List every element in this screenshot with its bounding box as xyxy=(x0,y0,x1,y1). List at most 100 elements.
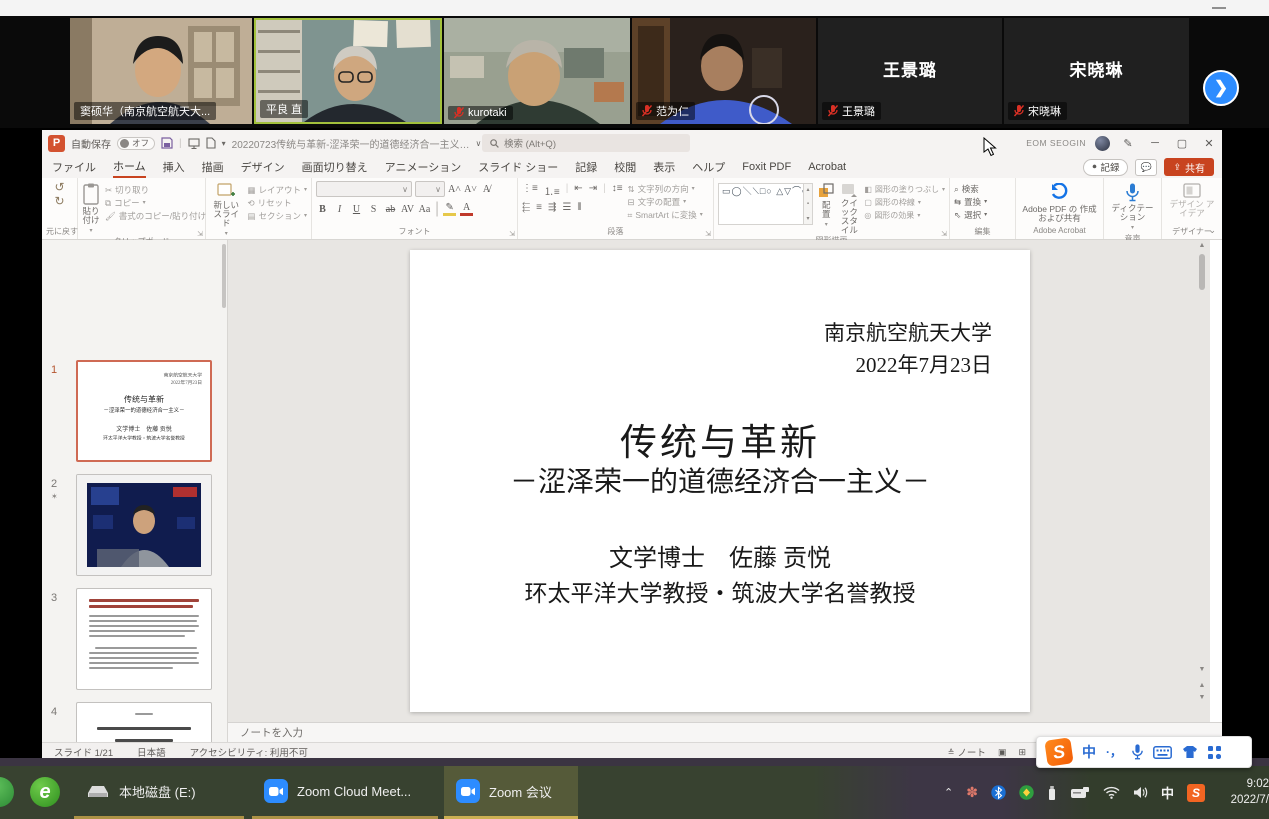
scroll-down-icon[interactable]: ▼ xyxy=(1198,666,1206,673)
arrange-button[interactable]: 配置 ▾ xyxy=(818,181,834,230)
bold-button[interactable]: B xyxy=(316,204,329,215)
tab-acrobat[interactable]: Acrobat xyxy=(808,159,846,175)
dialog-launcher-icon[interactable]: ⇲ xyxy=(705,230,711,238)
flower-app-icon[interactable]: ✽ xyxy=(966,784,978,801)
toolbox-grid-icon[interactable] xyxy=(1208,746,1221,759)
slide-org-block[interactable]: 南京航空航天大学 2022年7月23日 xyxy=(824,318,992,381)
speaker-icon[interactable] xyxy=(1133,786,1148,799)
participant-tile-1[interactable]: 窦硕华（南京航空航天大... xyxy=(70,18,252,124)
paste-button[interactable]: 貼り付け ▾ xyxy=(82,181,100,236)
search-box[interactable]: 検索 (Alt+Q) xyxy=(482,134,690,152)
redo-icon[interactable]: ↻ xyxy=(54,195,64,208)
clear-format-icon[interactable]: A̸ xyxy=(480,184,493,195)
shape-effects-button[interactable]: ◎図形の効果▾ xyxy=(864,210,945,222)
taskbar-button-local-disk[interactable]: 本地磁盘 (E:) xyxy=(74,766,244,819)
normal-view-button[interactable]: ▣ xyxy=(998,747,1007,758)
participant-tile-5[interactable]: 王景璐 王景璐 xyxy=(818,18,1002,124)
dictate-button[interactable]: ディクテー ション ▾ xyxy=(1108,181,1157,233)
sogou-logo-icon[interactable]: S xyxy=(1044,737,1073,766)
slide-thumbnail-1[interactable]: 南京航空航天大学 2022年7月23日 传统与革新 －涩泽荣一的道德经济合一主义… xyxy=(76,360,212,462)
decrease-indent-button[interactable]: ⇤ xyxy=(574,183,582,198)
ime-mode-chinese[interactable]: 中 xyxy=(1082,745,1096,759)
notes-toggle-button[interactable]: ≙ ノート xyxy=(948,745,986,759)
new-slide-button[interactable]: 新しい スライド ▾ xyxy=(210,181,242,239)
record-button[interactable]: ⏺ 記録 xyxy=(1083,159,1128,176)
show-hidden-icons-chevron[interactable]: ⌃ xyxy=(944,786,953,799)
user-avatar[interactable] xyxy=(1095,136,1110,151)
smartart-button[interactable]: ⌗SmartArt に変換▾ xyxy=(628,209,703,221)
slide-sorter-view-button[interactable]: ⊞ xyxy=(1018,747,1026,758)
align-center-button[interactable]: ≡ xyxy=(536,202,542,213)
align-left-button[interactable]: ⬱ xyxy=(522,202,530,213)
taskbar-button-zoom-meeting[interactable]: Zoom 会议 xyxy=(444,766,578,819)
italic-button[interactable]: I xyxy=(333,204,346,215)
tab-animations[interactable]: アニメーション xyxy=(385,157,462,177)
design-ideas-button[interactable]: デザイン アイデア xyxy=(1166,181,1218,218)
numbering-button[interactable]: ⒈≡ xyxy=(544,183,560,198)
tab-draw[interactable]: 描画 xyxy=(202,157,224,177)
scroll-up-icon[interactable]: ▲ xyxy=(1198,242,1206,249)
accessibility-status[interactable]: アクセシビリティ: 利用不可 xyxy=(190,745,308,759)
tab-slideshow[interactable]: スライド ショー xyxy=(478,157,558,177)
replace-button[interactable]: ⇆置換▾ xyxy=(954,196,987,208)
columns-button[interactable]: ⫴ xyxy=(577,202,581,213)
minimize-button[interactable]: ─ xyxy=(1146,137,1164,149)
shrink-font-icon[interactable]: A˅ xyxy=(464,184,477,195)
wifi-icon[interactable] xyxy=(1103,786,1120,799)
tab-view[interactable]: 表示 xyxy=(653,157,675,177)
increase-indent-button[interactable]: ⇥ xyxy=(589,183,597,198)
justify-button[interactable]: ☰ xyxy=(562,202,571,213)
quick-styles-button[interactable]: クイック スタイル xyxy=(839,181,859,235)
font-size-select[interactable]: ∨ xyxy=(415,181,445,197)
tab-home[interactable]: ホーム xyxy=(113,156,146,178)
soft-keyboard-icon[interactable] xyxy=(1153,746,1172,759)
character-spacing-button[interactable]: AV xyxy=(401,204,414,215)
taskbar-button-zoom-cloud[interactable]: Zoom Cloud Meet... xyxy=(252,766,438,819)
cut-button[interactable]: ✂切り取り xyxy=(105,184,206,196)
ime-indicator[interactable]: 中 xyxy=(1161,783,1174,802)
slide-canvas[interactable]: 南京航空航天大学 2022年7月23日 传统与革新 －涩泽荣一的道德经济合一主义… xyxy=(410,250,1030,712)
participant-tile-4[interactable]: 范为仁 xyxy=(632,18,816,124)
underline-button[interactable]: U xyxy=(350,204,363,215)
previous-slide-button[interactable]: ▲ xyxy=(1198,682,1206,689)
slide-subtitle[interactable]: －涩泽荣一的道德经济合一主义－ xyxy=(410,460,1030,500)
shape-gallery-scrollbar[interactable]: ▴▪▾ xyxy=(804,183,813,225)
font-color-button[interactable]: A xyxy=(460,202,473,216)
new-document-icon[interactable] xyxy=(206,137,216,149)
shape-gallery[interactable]: ▭◯＼⟍□○ △▽⌒⇨⇩ ◇⌒～{ } xyxy=(718,183,804,225)
slide-thumbnail-3[interactable] xyxy=(76,588,212,690)
tab-help[interactable]: ヘルプ xyxy=(692,157,725,177)
title-dropdown-icon[interactable]: ∨ xyxy=(475,139,481,148)
select-button[interactable]: ⇖選択▾ xyxy=(954,209,987,221)
find-button[interactable]: ⌕検索 xyxy=(954,183,979,195)
participant-tile-6[interactable]: 宋晓琳 宋晓琳 xyxy=(1004,18,1189,124)
taskbar-clock[interactable]: 9:02 2022/7/ xyxy=(1207,766,1269,819)
bullets-button[interactable]: ⋮≡ xyxy=(522,183,538,198)
align-right-button[interactable]: ⇶ xyxy=(548,202,556,213)
create-pdf-button[interactable]: Adobe PDF の 作成および共有 xyxy=(1021,181,1099,223)
next-slide-button[interactable]: ▼ xyxy=(1198,694,1206,701)
tab-insert[interactable]: 挿入 xyxy=(163,157,185,177)
tab-design[interactable]: デザイン xyxy=(241,157,285,177)
tab-record[interactable]: 記録 xyxy=(575,157,597,177)
restore-button[interactable]: ▢ xyxy=(1173,137,1191,150)
pen-icon[interactable]: ✎ xyxy=(1119,137,1137,150)
quick-access-dropdown-icon[interactable]: ▾ xyxy=(222,139,226,148)
highlight-color-button[interactable]: ✎ xyxy=(443,202,456,216)
card-reader-icon[interactable] xyxy=(1070,786,1090,799)
slide-affiliation[interactable]: 环太平洋大学教授・筑波大学名誉教授 xyxy=(410,574,1030,608)
change-case-button[interactable]: Aa xyxy=(418,204,431,215)
slideshow-icon[interactable] xyxy=(188,138,200,149)
next-participants-button[interactable]: ❯ xyxy=(1203,70,1239,106)
tab-foxit[interactable]: Foxit PDF xyxy=(742,159,791,175)
close-button[interactable]: ✕ xyxy=(1200,137,1218,150)
font-name-select[interactable]: ∨ xyxy=(316,181,412,197)
section-button[interactable]: ▤セクション▾ xyxy=(247,210,307,222)
layout-button[interactable]: ▦レイアウト▾ xyxy=(247,184,307,196)
autosave-toggle[interactable]: オフ xyxy=(117,137,155,150)
participant-tile-3[interactable]: kurotaki xyxy=(444,18,630,124)
green-app-partial-icon[interactable] xyxy=(0,777,14,807)
grow-font-icon[interactable]: A˄ xyxy=(448,184,461,195)
tab-file[interactable]: ファイル xyxy=(52,157,96,177)
align-text-button[interactable]: ⊟文字の配置▾ xyxy=(628,196,703,208)
